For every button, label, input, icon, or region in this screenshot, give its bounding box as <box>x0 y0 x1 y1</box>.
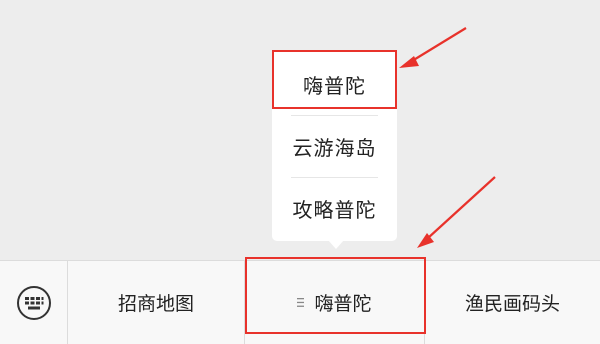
annotation-arrow-shaft <box>411 27 467 62</box>
annotation-arrow-shaft <box>427 176 496 239</box>
annotation-arrows <box>399 27 496 248</box>
